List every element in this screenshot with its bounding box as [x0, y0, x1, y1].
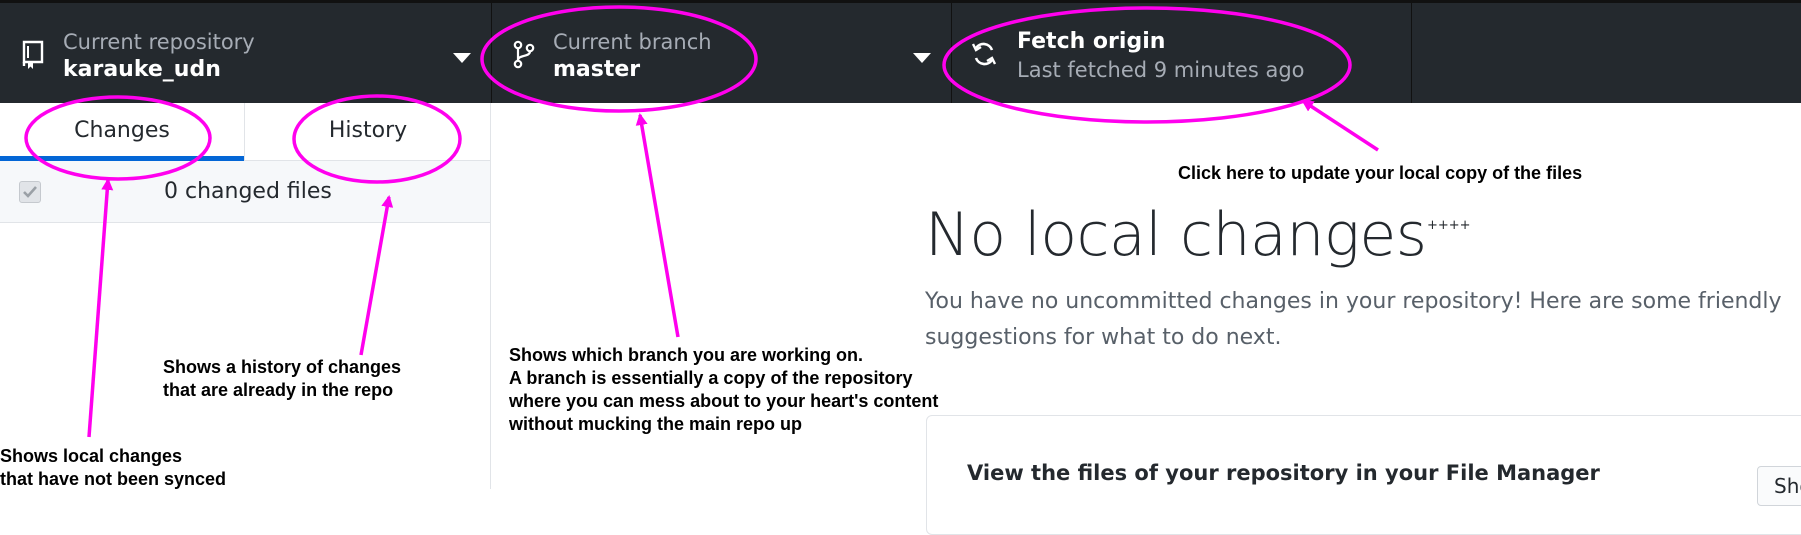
- app-toolbar: Current repository karauke_udn Current b…: [0, 0, 1801, 103]
- changed-files-count: 0 changed files: [164, 179, 332, 204]
- repository-caption: Current repository: [63, 30, 255, 54]
- fetch-title: Fetch origin: [1017, 29, 1166, 54]
- tab-bar: Changes History: [0, 103, 491, 161]
- select-all-checkbox[interactable]: [19, 181, 41, 203]
- chevron-down-icon: [453, 49, 471, 63]
- annotation-fetch: Click here to update your local copy of …: [1178, 163, 1583, 183]
- chevron-down-icon: [913, 49, 931, 63]
- file-manager-card: View the files of your repository in you…: [926, 415, 1801, 535]
- current-repository-button[interactable]: Current repository karauke_udn: [0, 3, 492, 103]
- branch-name: master: [553, 57, 641, 82]
- plus-mark: ++++: [1427, 218, 1471, 233]
- annotation-branch: Shows which branch you are working on. A…: [509, 345, 939, 434]
- branch-caption: Current branch: [553, 30, 712, 54]
- arrow-fetch: [1301, 99, 1379, 152]
- tab-history[interactable]: History: [245, 103, 491, 161]
- page-title: No local changes: [925, 200, 1427, 270]
- sidebar: Changes History 0 changed files: [0, 103, 491, 489]
- tab-changes[interactable]: Changes: [0, 103, 244, 161]
- annotation-changes: Shows local changes that have not been s…: [0, 446, 227, 489]
- annotation-history: Shows a history of changes that are alre…: [163, 357, 402, 400]
- current-branch-button[interactable]: Current branch master: [492, 3, 952, 103]
- check-icon: [23, 186, 37, 198]
- repo-icon: [18, 39, 46, 69]
- changes-header: 0 changed files: [0, 161, 490, 223]
- git-branch-icon: [510, 39, 538, 69]
- fetch-origin-button[interactable]: Fetch origin Last fetched 9 minutes ago: [952, 3, 1412, 103]
- card-title: View the files of your repository in you…: [967, 461, 1600, 485]
- show-in-file-manager-button[interactable]: Show in your File Manager: [1757, 466, 1801, 506]
- repository-name: karauke_udn: [63, 57, 221, 82]
- page-description: You have no uncommitted changes in your …: [925, 289, 1782, 350]
- arrow-branch: [635, 113, 680, 338]
- sync-icon: [970, 39, 998, 69]
- fetch-status: Last fetched 9 minutes ago: [1017, 58, 1305, 82]
